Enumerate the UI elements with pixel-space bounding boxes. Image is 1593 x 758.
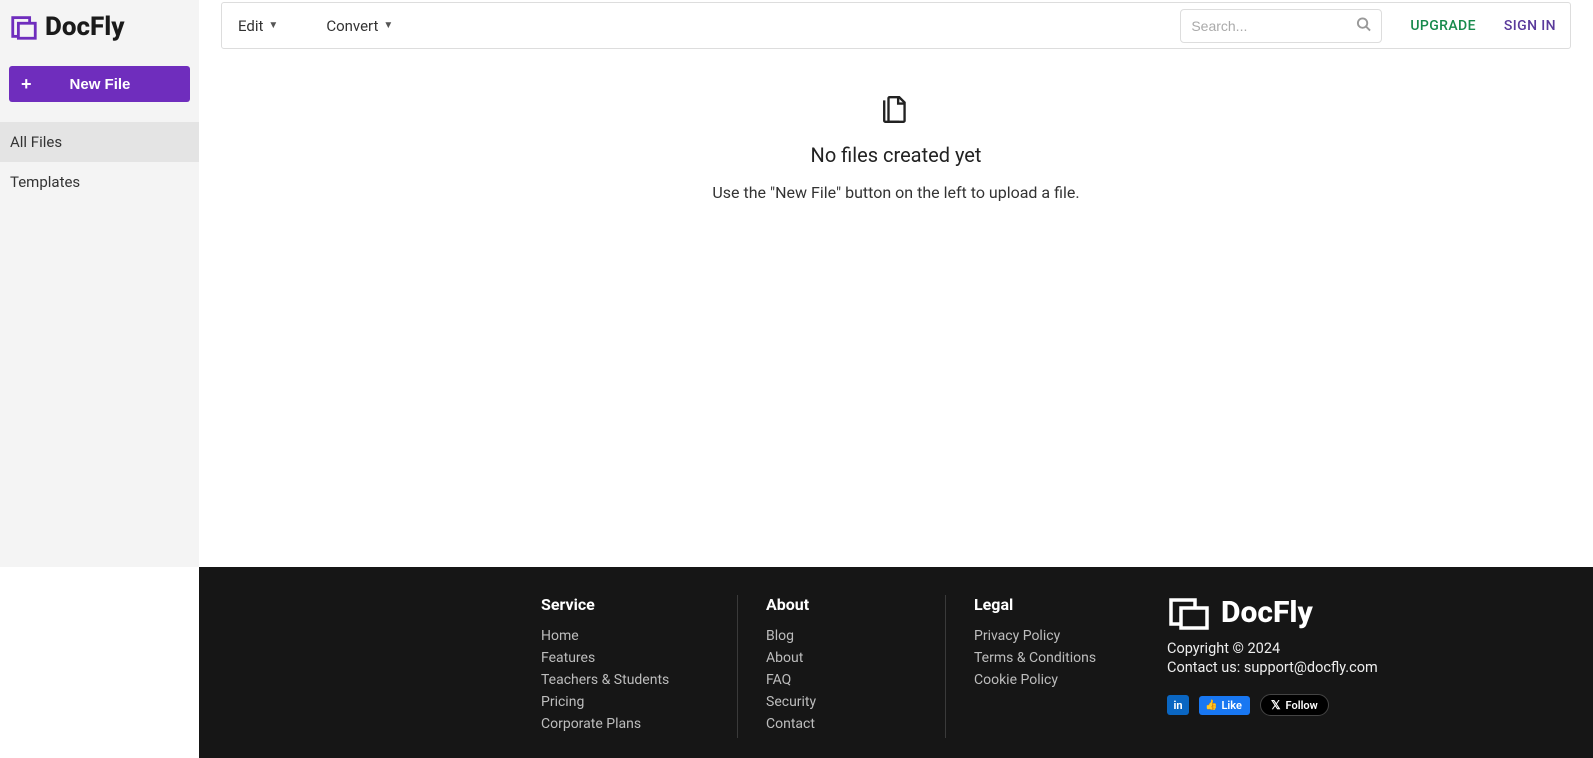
footer-copyright: Copyright © 2024 <box>1167 640 1378 657</box>
footer-col-about: About Blog About FAQ Security Contact <box>737 595 945 738</box>
logo[interactable]: DocFly <box>9 12 125 42</box>
search-icon[interactable] <box>1356 16 1371 35</box>
logo-wrap: DocFly <box>0 0 199 54</box>
menu-edit[interactable]: Edit ▼ <box>238 17 278 35</box>
search-wrap <box>1180 9 1382 43</box>
plus-icon: + <box>21 74 32 95</box>
menu-label: Edit <box>238 17 263 35</box>
logo-text: DocFly <box>45 12 125 42</box>
footer-brand: DocFly Copyright © 2024 Contact us: supp… <box>1153 595 1378 738</box>
caret-down-icon: ▼ <box>268 20 278 31</box>
search-input[interactable] <box>1181 18 1381 34</box>
main: Edit ▼ Convert ▼ UPGRADE SIGN IN No files c… <box>199 0 1593 567</box>
footer-logo-text: DocFly <box>1221 595 1313 630</box>
x-icon: 𝕏 <box>1271 698 1281 712</box>
footer-link[interactable]: Privacy Policy <box>974 628 1125 644</box>
new-file-label: New File <box>70 76 131 93</box>
footer-heading: Service <box>541 595 709 614</box>
footer-heading: Legal <box>974 595 1125 614</box>
sidebar: DocFly + New File All FilesTemplates <box>0 0 199 567</box>
x-follow-label: Follow <box>1286 699 1318 712</box>
caret-down-icon: ▼ <box>383 20 393 31</box>
footer-link[interactable]: About <box>766 650 917 666</box>
signin-link[interactable]: SIGN IN <box>1504 18 1556 34</box>
footer-link[interactable]: Blog <box>766 628 917 644</box>
footer-link[interactable]: Cookie Policy <box>974 672 1125 688</box>
footer-link[interactable]: Security <box>766 694 917 710</box>
footer-logo-icon <box>1167 596 1213 630</box>
new-file-button[interactable]: + New File <box>9 66 190 102</box>
social-row: in Like 𝕏 Follow <box>1167 694 1378 716</box>
footer-link[interactable]: FAQ <box>766 672 917 688</box>
sidebar-item-all-files[interactable]: All Files <box>0 122 199 162</box>
files-icon <box>883 95 909 129</box>
footer-contact: Contact us: support@docfly.com <box>1167 659 1378 676</box>
menu-label: Convert <box>326 17 378 35</box>
footer-contact-email[interactable]: support@docfly.com <box>1244 659 1378 676</box>
x-follow-button[interactable]: 𝕏 Follow <box>1260 694 1329 716</box>
footer-link[interactable]: Teachers & Students <box>541 672 709 688</box>
empty-state-subtitle: Use the "New File" button on the left to… <box>712 183 1079 202</box>
footer-col-service: Service Home Features Teachers & Students Pr… <box>541 595 737 738</box>
upgrade-link[interactable]: UPGRADE <box>1410 18 1476 34</box>
footer-link[interactable]: Home <box>541 628 709 644</box>
footer-link[interactable]: Features <box>541 650 709 666</box>
footer-logo[interactable]: DocFly <box>1167 595 1378 630</box>
sidebar-item-templates[interactable]: Templates <box>0 162 199 202</box>
footer-link[interactable]: Pricing <box>541 694 709 710</box>
facebook-like-button[interactable]: Like <box>1199 696 1250 715</box>
empty-state-title: No files created yet <box>811 143 982 167</box>
footer-col-legal: Legal Privacy Policy Terms & Conditions Coo… <box>945 595 1153 738</box>
menu-convert[interactable]: Convert ▼ <box>326 17 393 35</box>
linkedin-button[interactable]: in <box>1167 695 1189 715</box>
footer-heading: About <box>766 595 917 614</box>
footer-link[interactable]: Terms & Conditions <box>974 650 1125 666</box>
topbar: Edit ▼ Convert ▼ UPGRADE SIGN IN <box>221 2 1571 49</box>
content-area: No files created yet Use the "New File" … <box>199 49 1593 567</box>
footer: Service Home Features Teachers & Students Pr… <box>199 567 1593 758</box>
footer-link[interactable]: Contact <box>766 716 917 732</box>
footer-link[interactable]: Corporate Plans <box>541 716 709 732</box>
logo-icon <box>9 12 39 42</box>
footer-contact-prefix: Contact us: <box>1167 659 1244 676</box>
